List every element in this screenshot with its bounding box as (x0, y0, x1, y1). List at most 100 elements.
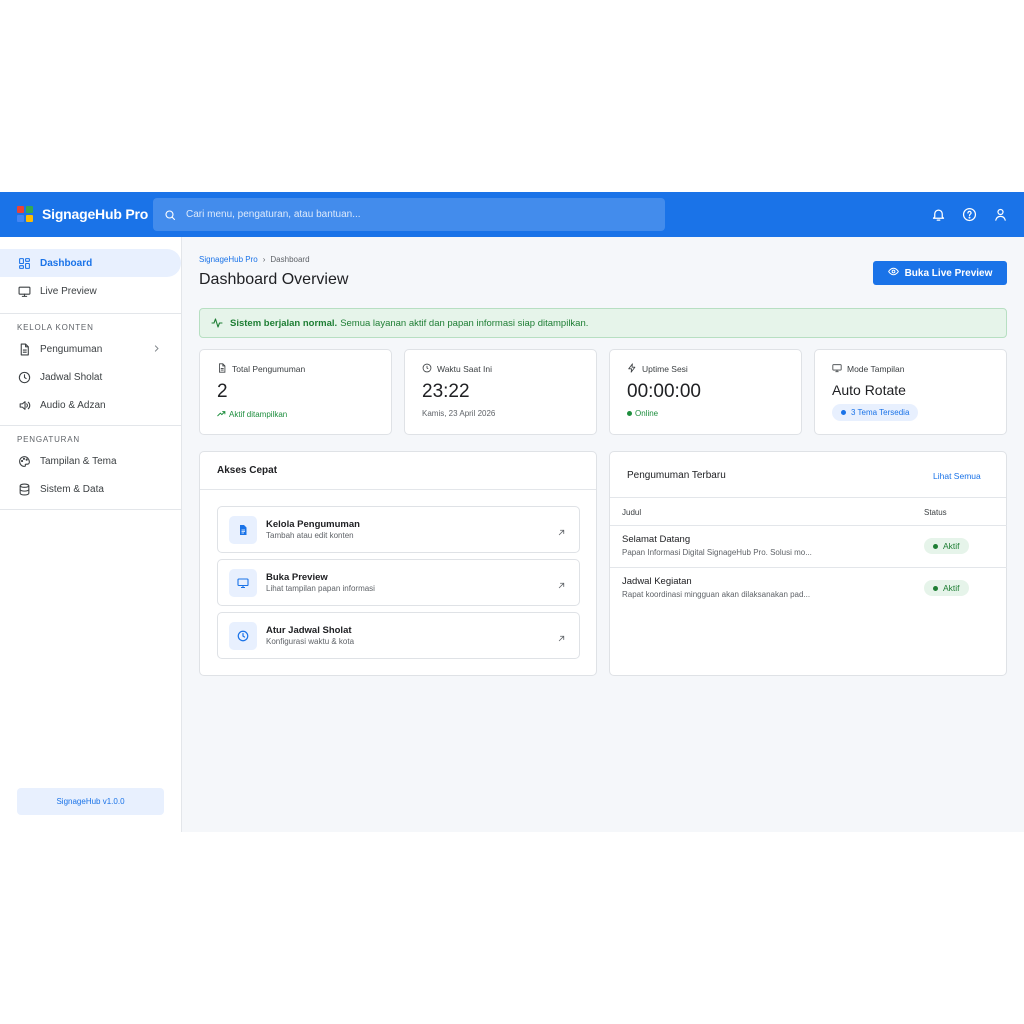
status-dot (933, 543, 938, 549)
row-description: Papan Informasi Digital SignageHub Pro. … (622, 548, 812, 557)
announcements-card: Pengumuman Terbaru Lihat Semua Judul Sta… (609, 451, 1007, 676)
search-icon (154, 198, 186, 231)
sidebar-item-label: Audio & Adzan (40, 399, 106, 411)
quick-action-buka-preview[interactable]: Buka Preview Lihat tampilan papan inform… (217, 559, 580, 606)
user-icon[interactable] (991, 205, 1009, 223)
quick-action-title: Buka Preview (266, 572, 328, 583)
breadcrumb-separator: › (262, 255, 266, 264)
stat-card-mode-tampilan: Mode Tampilan Auto Rotate 3 Tema Tersedi… (814, 349, 1007, 435)
stat-label: Waktu Saat Ini (437, 364, 492, 374)
stat-label: Uptime Sesi (642, 364, 688, 374)
grid-icon (17, 256, 31, 270)
breadcrumb: SignageHub Pro › Dashboard (199, 255, 310, 264)
arrow-up-right-icon (557, 630, 566, 648)
table-row[interactable]: Jadwal Kegiatan Rapat koordinasi minggua… (610, 567, 1007, 609)
quick-action-subtitle: Konfigurasi waktu & kota (266, 637, 355, 646)
section-title-pengaturan: PENGATURAN (17, 435, 80, 444)
column-header-status: Status (924, 508, 947, 517)
row-description: Rapat koordinasi mingguan akan dilaksana… (622, 590, 811, 599)
speaker-icon (17, 398, 31, 412)
quick-action-subtitle: Lihat tampilan papan informasi (266, 584, 375, 593)
stat-card-uptime: Uptime Sesi 00:00:00 Online (609, 349, 802, 435)
database-icon (17, 482, 31, 496)
bell-icon[interactable] (929, 205, 947, 223)
logo-icon (17, 206, 33, 222)
quick-action-title: Atur Jadwal Sholat (266, 625, 352, 636)
activity-icon (211, 317, 223, 329)
card-title: Pengumuman Terbaru (627, 470, 726, 481)
stat-value: 00:00:00 (627, 381, 701, 402)
see-all-link[interactable]: Lihat Semua (933, 471, 981, 481)
column-header-judul: Judul (622, 508, 642, 517)
stat-value: 23:22 (422, 381, 470, 402)
status-label: Aktif (943, 583, 960, 593)
sidebar-item-live-preview[interactable]: Live Preview (0, 277, 181, 305)
sidebar-item-audio-adzan[interactable]: Audio & Adzan (0, 391, 181, 419)
stat-sub: Kamis, 23 April 2026 (422, 409, 496, 418)
quick-action-kelola-pengumuman[interactable]: Kelola Pengumuman Tambah atau edit konte… (217, 506, 580, 553)
theme-count-pill: 3 Tema Tersedia (832, 404, 919, 421)
sidebar-item-label: Pengumuman (40, 343, 103, 355)
sidebar-item-label: Dashboard (40, 257, 93, 269)
clock-icon (17, 370, 31, 384)
stat-sub: Online (635, 409, 659, 418)
alert-text: Semua layanan aktif dan papan informasi … (340, 317, 589, 329)
sidebar-item-pengumuman[interactable]: Pengumuman (0, 335, 181, 363)
live-preview-button-label: Buka Live Preview (904, 267, 993, 279)
divider (200, 489, 596, 490)
clock-icon (422, 363, 432, 375)
stat-card-waktu: Waktu Saat Ini 23:22 Kamis, 23 April 202… (404, 349, 597, 435)
sidebar-item-label: Sistem & Data (40, 483, 104, 495)
section-title-kelola-konten: KELOLA KONTEN (17, 323, 94, 332)
breadcrumb-link[interactable]: SignageHub Pro (199, 255, 258, 264)
search-input[interactable] (186, 198, 665, 231)
version-badge: SignageHub v1.0.0 (17, 788, 164, 815)
monitor-icon (229, 568, 257, 597)
sidebar-item-sistem-data[interactable]: Sistem & Data (0, 475, 181, 503)
document-icon (217, 363, 227, 375)
stat-sub: Aktif ditampilkan (229, 410, 288, 419)
pill-label: 3 Tema Tersedia (851, 408, 910, 417)
quick-action-atur-jadwal-sholat[interactable]: Atur Jadwal Sholat Konfigurasi waktu & k… (217, 612, 580, 659)
table-row[interactable]: Selamat Datang Papan Informasi Digital S… (610, 525, 1007, 567)
divider (610, 497, 1006, 498)
help-icon[interactable] (960, 205, 978, 223)
status-badge: Aktif (924, 538, 969, 554)
sidebar: Dashboard Live Preview KELOLA KONTEN Pen… (0, 237, 182, 832)
palette-icon (17, 454, 31, 468)
brand[interactable]: SignageHub Pro (17, 206, 148, 222)
sidebar-item-label: Jadwal Sholat (40, 371, 103, 383)
divider (0, 509, 181, 510)
document-icon (229, 515, 257, 544)
bolt-icon (627, 363, 637, 375)
system-status-alert: Sistem berjalan normal. Semua layanan ak… (199, 308, 1007, 338)
status-dot (841, 410, 846, 415)
search-bar[interactable] (153, 198, 665, 231)
quick-action-subtitle: Tambah atau edit konten (266, 531, 354, 540)
status-dot (933, 585, 938, 591)
live-preview-button[interactable]: Buka Live Preview (873, 261, 1007, 285)
document-icon (17, 342, 31, 356)
alert-strong: Sistem berjalan normal. (230, 317, 338, 329)
page-title: Dashboard Overview (199, 271, 349, 288)
arrow-up-right-icon (557, 577, 566, 595)
monitor-icon (832, 363, 842, 375)
sidebar-item-tampilan-tema[interactable]: Tampilan & Tema (0, 447, 181, 475)
status-badge: Aktif (924, 580, 969, 596)
eye-icon (887, 266, 899, 280)
arrow-up-right-icon (557, 524, 566, 542)
sidebar-item-dashboard[interactable]: Dashboard (0, 249, 181, 277)
clock-icon (229, 621, 257, 650)
trending-up-icon (217, 409, 226, 420)
card-title: Akses Cepat (217, 465, 278, 476)
stat-card-total-pengumuman: Total Pengumuman 2 Aktif ditampilkan (199, 349, 392, 435)
chevron-right-icon (152, 344, 161, 356)
stat-value: Auto Rotate (832, 382, 906, 398)
quick-action-title: Kelola Pengumuman (266, 519, 360, 530)
sidebar-item-jadwal-sholat[interactable]: Jadwal Sholat (0, 363, 181, 391)
row-title: Jadwal Kegiatan (622, 576, 692, 587)
monitor-icon (17, 284, 31, 298)
sidebar-item-label: Live Preview (40, 285, 97, 297)
stat-label: Mode Tampilan (847, 364, 905, 374)
stat-label: Total Pengumuman (232, 364, 306, 374)
